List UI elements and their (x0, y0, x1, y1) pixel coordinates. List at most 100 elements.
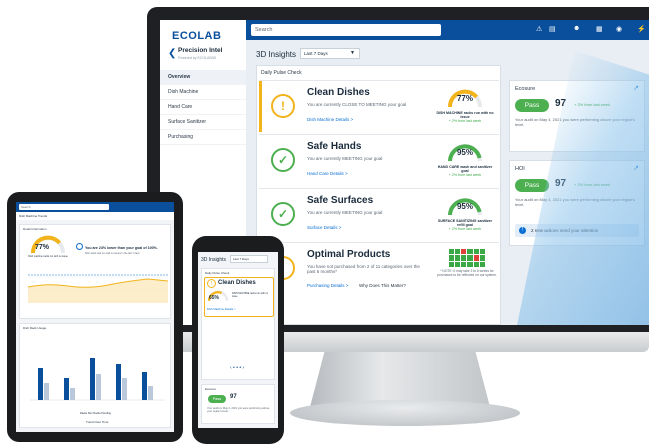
pulse-title: Daily Pulse Check (261, 70, 302, 76)
building-icon[interactable]: ▦ (596, 25, 603, 33)
daily-pulse-panel: Daily Pulse Check ! Clean Dishes You are… (256, 65, 501, 325)
tablet-search-input[interactable]: Search (19, 204, 109, 210)
card-status: You are currently MEETING your goal (307, 156, 383, 161)
score-delta: + 2% from last week (574, 102, 611, 107)
sidebar-item-overview[interactable]: Overview (160, 70, 246, 85)
tablet-message-sub: Dish wash rack run with no issues in the… (85, 252, 140, 255)
gauge-percent: 77% (456, 94, 473, 103)
why-matters-link[interactable]: Why Does This Matter? (359, 283, 406, 288)
gauge-percent: 95% (456, 202, 473, 211)
tablet-filter-bar[interactable]: Dish Machine Trends (16, 212, 174, 220)
sidebar-item-hand-care[interactable]: Hand Care (160, 100, 246, 115)
pass-badge: Pass (515, 179, 549, 192)
sidebar-nav: Overview Dish Machine Hand Care Surface … (160, 70, 246, 145)
phone-gauge-label: DISH MACHINE racks run with no issue (232, 292, 269, 298)
phone-card-heading: Clean Dishes (218, 280, 256, 286)
gauge-label: HAND CARE wash and sanitizer goal + 2% f… (435, 165, 495, 178)
phone-gauge-percent: 65% (209, 295, 220, 301)
gauge-percent: 95% (456, 148, 473, 157)
pulse-card-optimal-products: ! Optimal Products You have not purchase… (259, 242, 499, 302)
monitor-base (290, 400, 520, 426)
app-subtitle: Powered by ECOLAB3D (178, 56, 217, 60)
card-heading: Optimal Products (307, 249, 391, 260)
phone-ecosure-panel: Ecosure Pass 97 Your audit on May 4, 202… (201, 384, 275, 424)
hand-care-details-link[interactable]: Hand Care Details > (307, 171, 348, 176)
ecosure-text: Your audit on May 4, 2021 you were perfo… (515, 117, 636, 127)
sidebar-item-surface-sanitizer[interactable]: Surface Sanitizer (160, 115, 246, 130)
phone-pass-badge: Pass (208, 395, 226, 403)
gauge-label-text: DISH MACHINE racks run with no issue (436, 111, 494, 120)
phone-date-select[interactable]: Last 7 Days (230, 255, 268, 263)
gauge-label: DISH MACHINE racks run with no issue + 2… (435, 111, 495, 124)
user-icon[interactable]: ◉ (616, 25, 622, 33)
phone-ecosure-caption: Ecosure (205, 387, 217, 391)
sidebar-item-purchasing[interactable]: Purchasing (160, 130, 246, 145)
phone-pulse-caption: Daily Pulse Check (205, 271, 230, 275)
gauge-label-text: HAND CARE wash and sanitizer goal (437, 165, 493, 174)
external-link-icon[interactable]: ↗ (633, 164, 639, 172)
actions-alert[interactable]: ! 2 new actions need your attention (515, 224, 639, 237)
app-title: Precision Intel (178, 47, 223, 54)
tablet-rack-panel: Dish Rack Usage Racks Run Racks Pending … (19, 323, 171, 428)
gauge-label-text: SURFACE SANITIZING sanitizer refill goal (437, 219, 493, 228)
alert-icon[interactable]: ⚠ (536, 25, 542, 33)
phone-screen: 3D Insights Last 7 Days Daily Pulse Chec… (198, 252, 278, 428)
phone-ecosure-text: Your audit on May 4, 2021 you were perfo… (207, 407, 270, 414)
surface-details-link[interactable]: Surface Details > (307, 225, 341, 230)
card-heading: Safe Hands (307, 141, 362, 152)
status-bar (259, 81, 262, 132)
chevron-left-icon[interactable]: ❮ (168, 48, 176, 59)
tablet-chart-legend: Racks Run Racks Pending (80, 412, 111, 415)
tablet-trend-chart (28, 274, 168, 303)
external-link-icon[interactable]: ↗ (633, 84, 639, 92)
check-icon: ✓ (271, 202, 295, 226)
ecosure-score: 97 (555, 98, 567, 109)
search-input[interactable]: Search (251, 24, 441, 36)
check-icon: ✓ (271, 148, 295, 172)
card-status: You are currently CLOSE TO MEETING your … (307, 102, 407, 107)
tablet-top-bar: Search (16, 202, 174, 212)
hoi-title: HOI (515, 166, 525, 172)
score-delta: + 2% from last week (574, 182, 611, 187)
carousel-pager[interactable]: ‹ • • • › (230, 365, 244, 371)
brand-logo: ECOLAB (172, 30, 222, 42)
card-heading: Clean Dishes (307, 87, 370, 98)
tablet-trend-label: Trend Over Time (86, 420, 109, 424)
tablet-gauge-label: Dish machine racks run with no issue (28, 255, 68, 258)
top-bar: Search ⚠ ▤ ☻ ▦ ◉ ⚡ (246, 20, 649, 40)
pulse-card-safe-surfaces: ✓ Safe Surfaces You are currently MEETIN… (259, 188, 499, 240)
purchase-note: * NOTE: It may take 3 to 6 weeks for pur… (437, 269, 497, 277)
date-range-select[interactable]: Last 7 Days ▼ (300, 48, 360, 59)
gauge-label: SURFACE SANITIZING sanitizer refill goal… (435, 219, 495, 232)
hoi-text: Your audit on May 4, 2021 you were perfo… (515, 197, 636, 207)
tablet-panel-title: Dish Rack Usage (23, 326, 47, 330)
purchasing-details-link[interactable]: Purchasing Details > (307, 283, 348, 288)
pass-badge: Pass (515, 99, 549, 112)
tablet-detail-panel: Detail Information 77% Dish machine rack… (19, 224, 171, 319)
warning-icon: ! (271, 94, 295, 118)
sidebar-item-dish-machine[interactable]: Dish Machine (160, 85, 246, 100)
phone-score: 97 (230, 394, 237, 400)
warning-icon: ! (207, 279, 216, 288)
card-status: You are currently MEETING your goal (307, 210, 383, 215)
actions-alert-text: 2 new actions need your attention (531, 228, 599, 233)
hoi-score: 97 (555, 178, 567, 189)
pulse-card-clean-dishes: ! Clean Dishes You are currently CLOSE T… (259, 80, 499, 132)
phone-dish-details-link[interactable]: Dish Machine Details > (207, 307, 236, 311)
cart-icon[interactable]: ▤ (549, 25, 556, 33)
ecosure-title: Ecosure (515, 86, 536, 92)
phone-page-title: 3D Insights (201, 257, 227, 263)
phone-device: 3D Insights Last 7 Days Daily Pulse Chec… (192, 236, 284, 444)
dish-machine-details-link[interactable]: Dish Machine Details > (307, 117, 353, 122)
page-title: 3D Insights (256, 50, 297, 59)
monitor-stand (310, 352, 490, 407)
card-status: You have not purchased from 2 of 11 cate… (307, 264, 420, 274)
info-icon: ! (519, 227, 526, 234)
people-icon[interactable]: ☻ (573, 25, 580, 32)
card-heading: Safe Surfaces (307, 195, 374, 206)
hoi-panel: HOI ↗ Pass 97 + 2% from last week Your a… (509, 160, 645, 246)
category-heatmap (449, 249, 485, 267)
tablet-screen: Search Dish Machine Trends Detail Inform… (16, 202, 174, 432)
tablet-gauge-percent: 77% (35, 244, 50, 251)
bolt-icon[interactable]: ⚡ (637, 25, 646, 33)
